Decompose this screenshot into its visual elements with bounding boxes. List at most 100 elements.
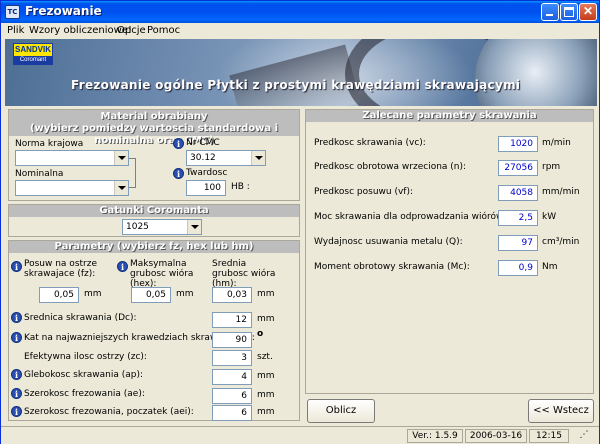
status-time: 12:15: [529, 429, 569, 443]
menu-opcje[interactable]: Opcje: [117, 25, 146, 36]
title-bar[interactable]: TC Frezowanie ✕: [1, 1, 599, 23]
ae-unit: mm: [257, 390, 275, 400]
twardosc-unit: HB :: [231, 182, 250, 192]
info-icon[interactable]: i: [11, 312, 22, 323]
info-icon[interactable]: i: [11, 369, 22, 380]
grade-value: 1025: [126, 222, 149, 232]
selection-bracket: [129, 158, 136, 188]
aei-input[interactable]: 6: [212, 405, 252, 421]
vc-output: 1020: [498, 136, 538, 152]
status-date: 2006-03-16: [465, 429, 527, 443]
vf-label: Predkosc posuwu (vf):: [314, 187, 414, 197]
minimize-button[interactable]: [541, 3, 559, 21]
norma-label: Norma krajowa: [15, 139, 84, 149]
chevron-down-icon[interactable]: [114, 151, 128, 165]
hex-unit: mm: [176, 289, 194, 299]
zc-input[interactable]: 3: [212, 350, 252, 366]
fz-unit: mm: [84, 289, 102, 299]
banner-title: Frezowanie ogólne Płytki z prostymi kraw…: [71, 78, 521, 92]
vf-output: 4058: [498, 185, 538, 201]
mc-label: Moment obrotowy skrawania (Mc):: [314, 262, 470, 272]
material-heading-line1: Material obrabiany: [100, 111, 208, 122]
grade-select[interactable]: 1025: [122, 219, 202, 235]
nominalna-select[interactable]: [15, 180, 129, 196]
info-icon[interactable]: i: [173, 138, 184, 149]
n-label: Predkosc obrotowa wrzeciona (n):: [314, 162, 467, 172]
info-icon[interactable]: i: [117, 261, 128, 272]
material-panel: Material obrabiany (wybierz pomiedzy war…: [8, 109, 300, 201]
dc-unit: mm: [257, 314, 275, 324]
grades-heading: Gatunki Coromanta: [9, 205, 299, 217]
aei-label: Szerokosc frezowania, poczatek (aei):: [24, 407, 194, 417]
back-button[interactable]: << Wstecz: [528, 399, 594, 423]
zc-unit: szt.: [257, 352, 273, 362]
maximize-icon: [564, 7, 574, 17]
info-icon[interactable]: i: [173, 168, 184, 179]
menu-pomoc[interactable]: Pomoc: [147, 25, 180, 36]
pc-label: Moc skrawania dla odprowadzania wiórów (…: [314, 212, 527, 222]
logo-text: SANDVIK: [14, 45, 51, 54]
menu-bar: Plik Wzory obliczeniowe! Opcje Pomoc: [1, 23, 599, 40]
vc-label: Predkosc skrawania (vc):: [314, 138, 426, 148]
fz-label: Posuw na ostrze skrawajace (fz):: [24, 259, 97, 279]
ap-label: Glebokosc skrawania (ap):: [24, 370, 143, 380]
n-output: 27056: [498, 160, 538, 176]
chevron-down-icon[interactable]: [187, 220, 201, 234]
hex-input[interactable]: 0,05: [131, 287, 171, 303]
ae-label: Szerokosc frezowania (ae):: [24, 389, 145, 399]
resize-grip-icon[interactable]: ⋰: [571, 429, 597, 443]
vf-unit: mm/min: [542, 187, 580, 197]
chevron-down-icon[interactable]: [114, 181, 128, 195]
ae-input[interactable]: 6: [212, 388, 252, 404]
aei-unit: mm: [257, 407, 275, 417]
cmc-value: 30.12: [190, 153, 216, 163]
pc-unit: kW: [542, 212, 557, 222]
angle-input[interactable]: 90: [212, 332, 252, 348]
minimize-icon: [546, 14, 553, 16]
info-icon[interactable]: i: [11, 388, 22, 399]
n-unit: rpm: [542, 162, 561, 172]
info-icon[interactable]: i: [11, 406, 22, 417]
nominalna-label: Nominalna: [15, 169, 64, 179]
status-version: Ver.: 1.5.9: [407, 429, 463, 443]
q-label: Wydajnosc usuwania metalu (Q):: [314, 237, 463, 247]
dc-label: Srednica skrawania (Dc):: [24, 313, 137, 323]
hm-unit: mm: [257, 289, 275, 299]
angle-unit: o: [257, 329, 264, 339]
menu-plik[interactable]: Plik: [7, 25, 24, 36]
material-heading: Material obrabiany (wybierz pomiedzy war…: [9, 110, 299, 146]
cmc-select[interactable]: 30.12: [186, 150, 266, 166]
ap-unit: mm: [257, 371, 275, 381]
status-bar: Ver.: 1.5.9 2006-03-16 12:15 ⋰: [1, 426, 599, 444]
app-window: TC Frezowanie ✕ Plik Wzory obliczeniowe!…: [0, 0, 600, 444]
window-title: Frezowanie: [25, 4, 102, 18]
sandvik-logo: SANDVIK Coromant: [13, 43, 53, 65]
ap-input[interactable]: 4: [212, 369, 252, 385]
close-icon: ✕: [582, 4, 594, 18]
header-banner: SANDVIK Coromant Frezowanie ogólne Płytk…: [5, 39, 597, 106]
results-panel: Zalecane parametry skrawania Predkosc sk…: [305, 109, 594, 394]
vc-unit: m/min: [542, 138, 571, 148]
app-icon[interactable]: TC: [5, 5, 20, 19]
norma-select[interactable]: [15, 150, 129, 166]
q-unit: cm³/min: [542, 237, 580, 247]
zc-label: Efektywna ilosc ostrzy (zc):: [24, 352, 147, 362]
twardosc-input[interactable]: 100: [186, 180, 226, 196]
info-icon[interactable]: i: [11, 261, 22, 272]
dc-input[interactable]: 12: [212, 312, 252, 328]
parameters-heading: Parametry (wybierz fz, hex lub hm): [9, 241, 299, 253]
twardosc-label: Twardosc: [186, 168, 228, 178]
hm-input[interactable]: 0,03: [212, 287, 252, 303]
grades-panel: Gatunki Coromanta 1025: [8, 204, 300, 237]
info-icon[interactable]: i: [11, 332, 22, 343]
cmc-label: Nr CMC: [186, 138, 220, 148]
fz-input[interactable]: 0,05: [39, 287, 79, 303]
q-output: 97: [498, 235, 538, 251]
maximize-button[interactable]: [560, 3, 578, 21]
logo-subtext: Coromant: [14, 56, 52, 64]
tool-disc-image: [475, 39, 597, 106]
hm-label: Srednia grubosc wióra (hm):: [212, 259, 276, 289]
close-button[interactable]: ✕: [579, 3, 597, 21]
calculate-button[interactable]: Oblicz: [307, 399, 375, 423]
chevron-down-icon[interactable]: [251, 151, 265, 165]
